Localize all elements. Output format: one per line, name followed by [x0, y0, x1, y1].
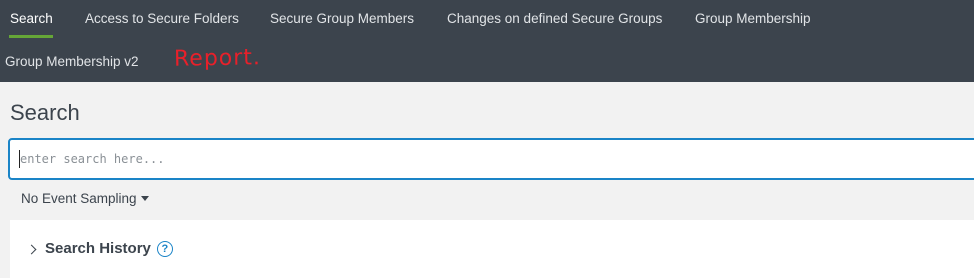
nav-tab-search[interactable]: Search — [10, 11, 53, 27]
search-bar[interactable] — [8, 138, 974, 180]
nav-tab-access-to-secure-folders[interactable]: Access to Secure Folders — [85, 11, 239, 27]
nav-tab-group-membership[interactable]: Group Membership — [695, 11, 811, 27]
event-sampling-label: No Event Sampling — [21, 191, 137, 206]
nav-tab-changes-on-secure-groups[interactable]: Changes on defined Secure Groups — [447, 11, 662, 27]
help-icon[interactable]: ? — [156, 241, 173, 257]
event-sampling-dropdown[interactable]: No Event Sampling — [21, 191, 149, 207]
nav-tab-secure-group-members[interactable]: Secure Group Members — [270, 11, 414, 27]
search-history-toggle[interactable]: Search History ? — [26, 240, 173, 258]
report-annotation: Report. — [173, 45, 262, 72]
caret-down-icon — [140, 196, 149, 201]
active-tab-indicator — [9, 35, 53, 38]
app-window: Search Access to Secure Folders Secure G… — [0, 0, 974, 278]
nav-tab-group-membership-v2[interactable]: Group Membership v2 — [5, 54, 139, 70]
search-history-label: Search History — [45, 240, 151, 257]
top-navigation: Search Access to Secure Folders Secure G… — [0, 0, 974, 82]
page-title: Search — [10, 100, 80, 125]
search-history-panel: Search History ? — [10, 220, 974, 278]
search-input[interactable] — [20, 140, 960, 178]
chevron-right-icon — [26, 244, 37, 254]
